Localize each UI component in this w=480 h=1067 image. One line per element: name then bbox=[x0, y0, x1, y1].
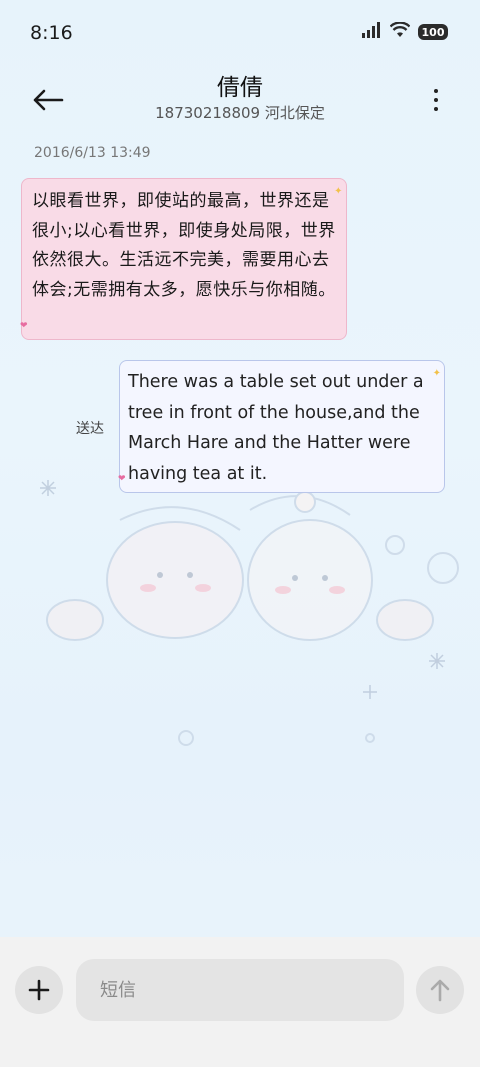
battery-icon: 100 bbox=[418, 24, 448, 40]
sparkle-icon: ✦ bbox=[432, 368, 441, 379]
send-button[interactable] bbox=[416, 966, 464, 1014]
background-illustration bbox=[40, 480, 459, 746]
composer-bar bbox=[0, 937, 480, 1067]
contact-name: 倩倩 bbox=[217, 75, 263, 101]
signal-icon bbox=[362, 22, 382, 42]
contact-detail: 18730218809 河北保定 bbox=[155, 104, 325, 122]
more-vertical-icon bbox=[434, 89, 438, 93]
delivery-status: 送达 bbox=[76, 421, 104, 437]
wifi-icon bbox=[389, 21, 411, 42]
status-time: 8:16 bbox=[30, 22, 73, 44]
more-options-button[interactable] bbox=[426, 80, 446, 120]
conversation-header: 倩倩 18730218809 河北保定 bbox=[0, 64, 480, 134]
plus-icon bbox=[28, 979, 50, 1001]
add-attachment-button[interactable] bbox=[15, 966, 63, 1014]
status-icons: 100 bbox=[362, 21, 448, 42]
sparkle-icon: ✦ bbox=[334, 186, 343, 197]
status-bar: 8:16 100 bbox=[0, 0, 480, 64]
outgoing-message-text: There was a table set out under a tree i… bbox=[128, 372, 424, 484]
arrow-up-icon bbox=[430, 979, 450, 1002]
heart-icon: ❤ bbox=[118, 473, 126, 484]
incoming-message-text: 以眼看世界，即使站的最高，世界还是很小;以心看世界，即使身处局限，世界依然很大。… bbox=[32, 191, 336, 300]
heart-icon: ❤ bbox=[20, 320, 29, 331]
outgoing-message-bubble[interactable]: There was a table set out under a tree i… bbox=[118, 360, 445, 493]
message-input[interactable] bbox=[76, 959, 404, 1021]
incoming-message-bubble[interactable]: 以眼看世界，即使站的最高，世界还是很小;以心看世界，即使身处局限，世界依然很大。… bbox=[20, 178, 347, 340]
message-timestamp: 2016/6/13 13:49 bbox=[34, 145, 151, 161]
